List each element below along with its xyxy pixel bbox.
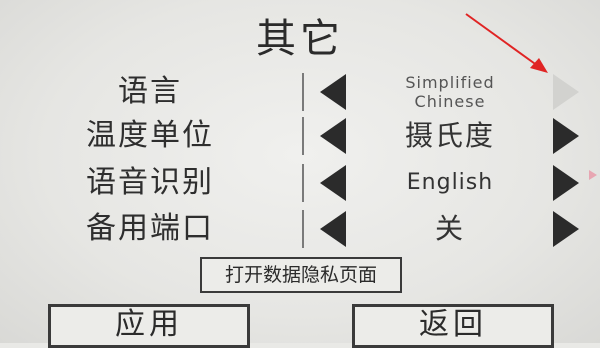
- annotation-arrow-icon: [465, 13, 548, 73]
- edge-marker-icon: [589, 170, 597, 180]
